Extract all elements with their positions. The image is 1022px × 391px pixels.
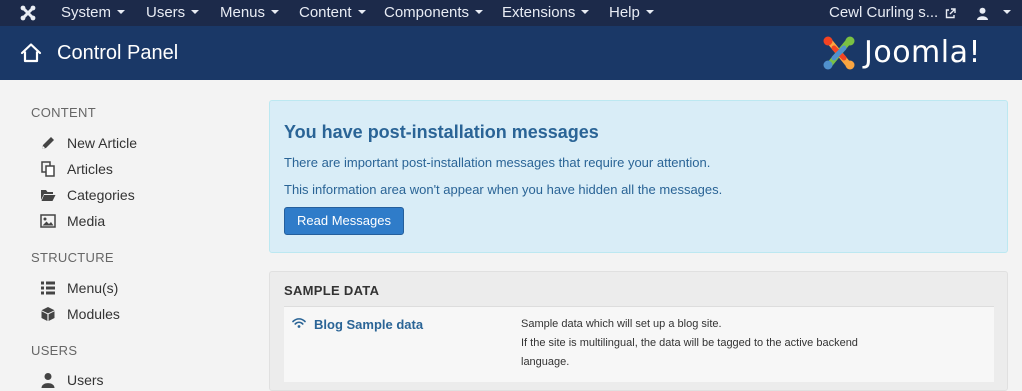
menu-label: Users	[146, 4, 186, 21]
sidebar-item-label: Media	[67, 213, 106, 229]
sidebar-item-label: Users	[67, 372, 104, 388]
sidebar-item-label: Menu(s)	[67, 280, 119, 296]
home-icon	[20, 43, 42, 63]
sample-data-description: If the site is multilingual, the data wi…	[521, 337, 858, 349]
sidebar: CONTENT New Article Articles Categories …	[0, 80, 260, 388]
list-item: Blog Sample data Sample data which will …	[284, 306, 994, 382]
caret-down-icon	[475, 10, 484, 15]
admin-menubar: System Users Menus Content Components Ex…	[0, 0, 1022, 26]
menu-label: Help	[609, 4, 640, 21]
menu-label: System	[61, 4, 112, 21]
alert-message-line: This information area won't appear when …	[284, 182, 723, 197]
sample-data-panel: SAMPLE DATA Blog Sample data Sample data…	[269, 271, 1008, 391]
caret-down-icon	[271, 10, 280, 15]
menu-extensions[interactable]: Extensions	[502, 3, 590, 23]
panel-title: SAMPLE DATA	[284, 283, 380, 298]
sidebar-heading-users: USERS	[31, 343, 78, 358]
sidebar-heading-structure: STRUCTURE	[31, 250, 114, 265]
alert-message-line: There are important post-installation me…	[284, 155, 711, 170]
site-link[interactable]: Cewl Curling s...	[829, 3, 957, 23]
caret-down-icon	[581, 10, 590, 15]
sidebar-heading-content: CONTENT	[31, 105, 96, 120]
image-icon	[40, 214, 56, 228]
sidebar-item-label: Modules	[67, 306, 120, 322]
menu-label: Menus	[220, 4, 266, 21]
menu-menus[interactable]: Menus	[220, 3, 280, 23]
joomla-icon[interactable]	[18, 3, 38, 23]
sidebar-item-label: New Article	[67, 135, 138, 151]
external-link-icon	[946, 7, 957, 18]
alert-title: You have post-installation messages	[284, 122, 599, 142]
user-icon	[977, 7, 988, 20]
sample-data-description: language.	[521, 356, 570, 368]
joomla-logo: Joomla!	[820, 34, 1010, 72]
caret-down-icon	[357, 10, 366, 15]
list-icon	[41, 281, 55, 295]
caret-down-icon	[191, 10, 200, 15]
caret-down-icon	[1003, 10, 1012, 15]
page-title: Control Panel	[57, 42, 179, 64]
blog-sample-data-link[interactable]: Blog Sample data	[314, 317, 423, 332]
user-menu[interactable]	[976, 3, 1012, 23]
folder-icon	[41, 190, 56, 201]
pencil-icon	[42, 137, 54, 149]
caret-down-icon	[117, 10, 126, 15]
page-header: Control Panel Joomla!	[0, 26, 1022, 80]
joomla-logo-text: Joomla!	[864, 35, 982, 70]
read-messages-button[interactable]: Read Messages	[284, 207, 404, 235]
menu-content[interactable]: Content	[299, 3, 366, 23]
menu-components[interactable]: Components	[384, 3, 484, 23]
menu-label: Extensions	[502, 4, 576, 21]
menu-users[interactable]: Users	[146, 3, 200, 23]
joomla-logo-icon	[823, 36, 855, 70]
site-label: Cewl Curling s...	[829, 4, 939, 21]
sidebar-item-label: Articles	[67, 161, 113, 177]
menu-label: Content	[299, 4, 352, 21]
menu-help[interactable]: Help	[609, 3, 654, 23]
post-install-alert: You have post-installation messages Ther…	[269, 100, 1008, 253]
cube-icon	[41, 307, 55, 321]
menu-system[interactable]: System	[61, 3, 126, 23]
sample-data-description: Sample data which will set up a blog sit…	[521, 318, 722, 330]
wifi-icon	[292, 318, 306, 328]
user-icon	[41, 373, 55, 388]
caret-down-icon	[645, 10, 654, 15]
menu-label: Components	[384, 4, 470, 21]
copy-icon	[41, 161, 55, 177]
sidebar-item-label: Categories	[67, 187, 135, 203]
